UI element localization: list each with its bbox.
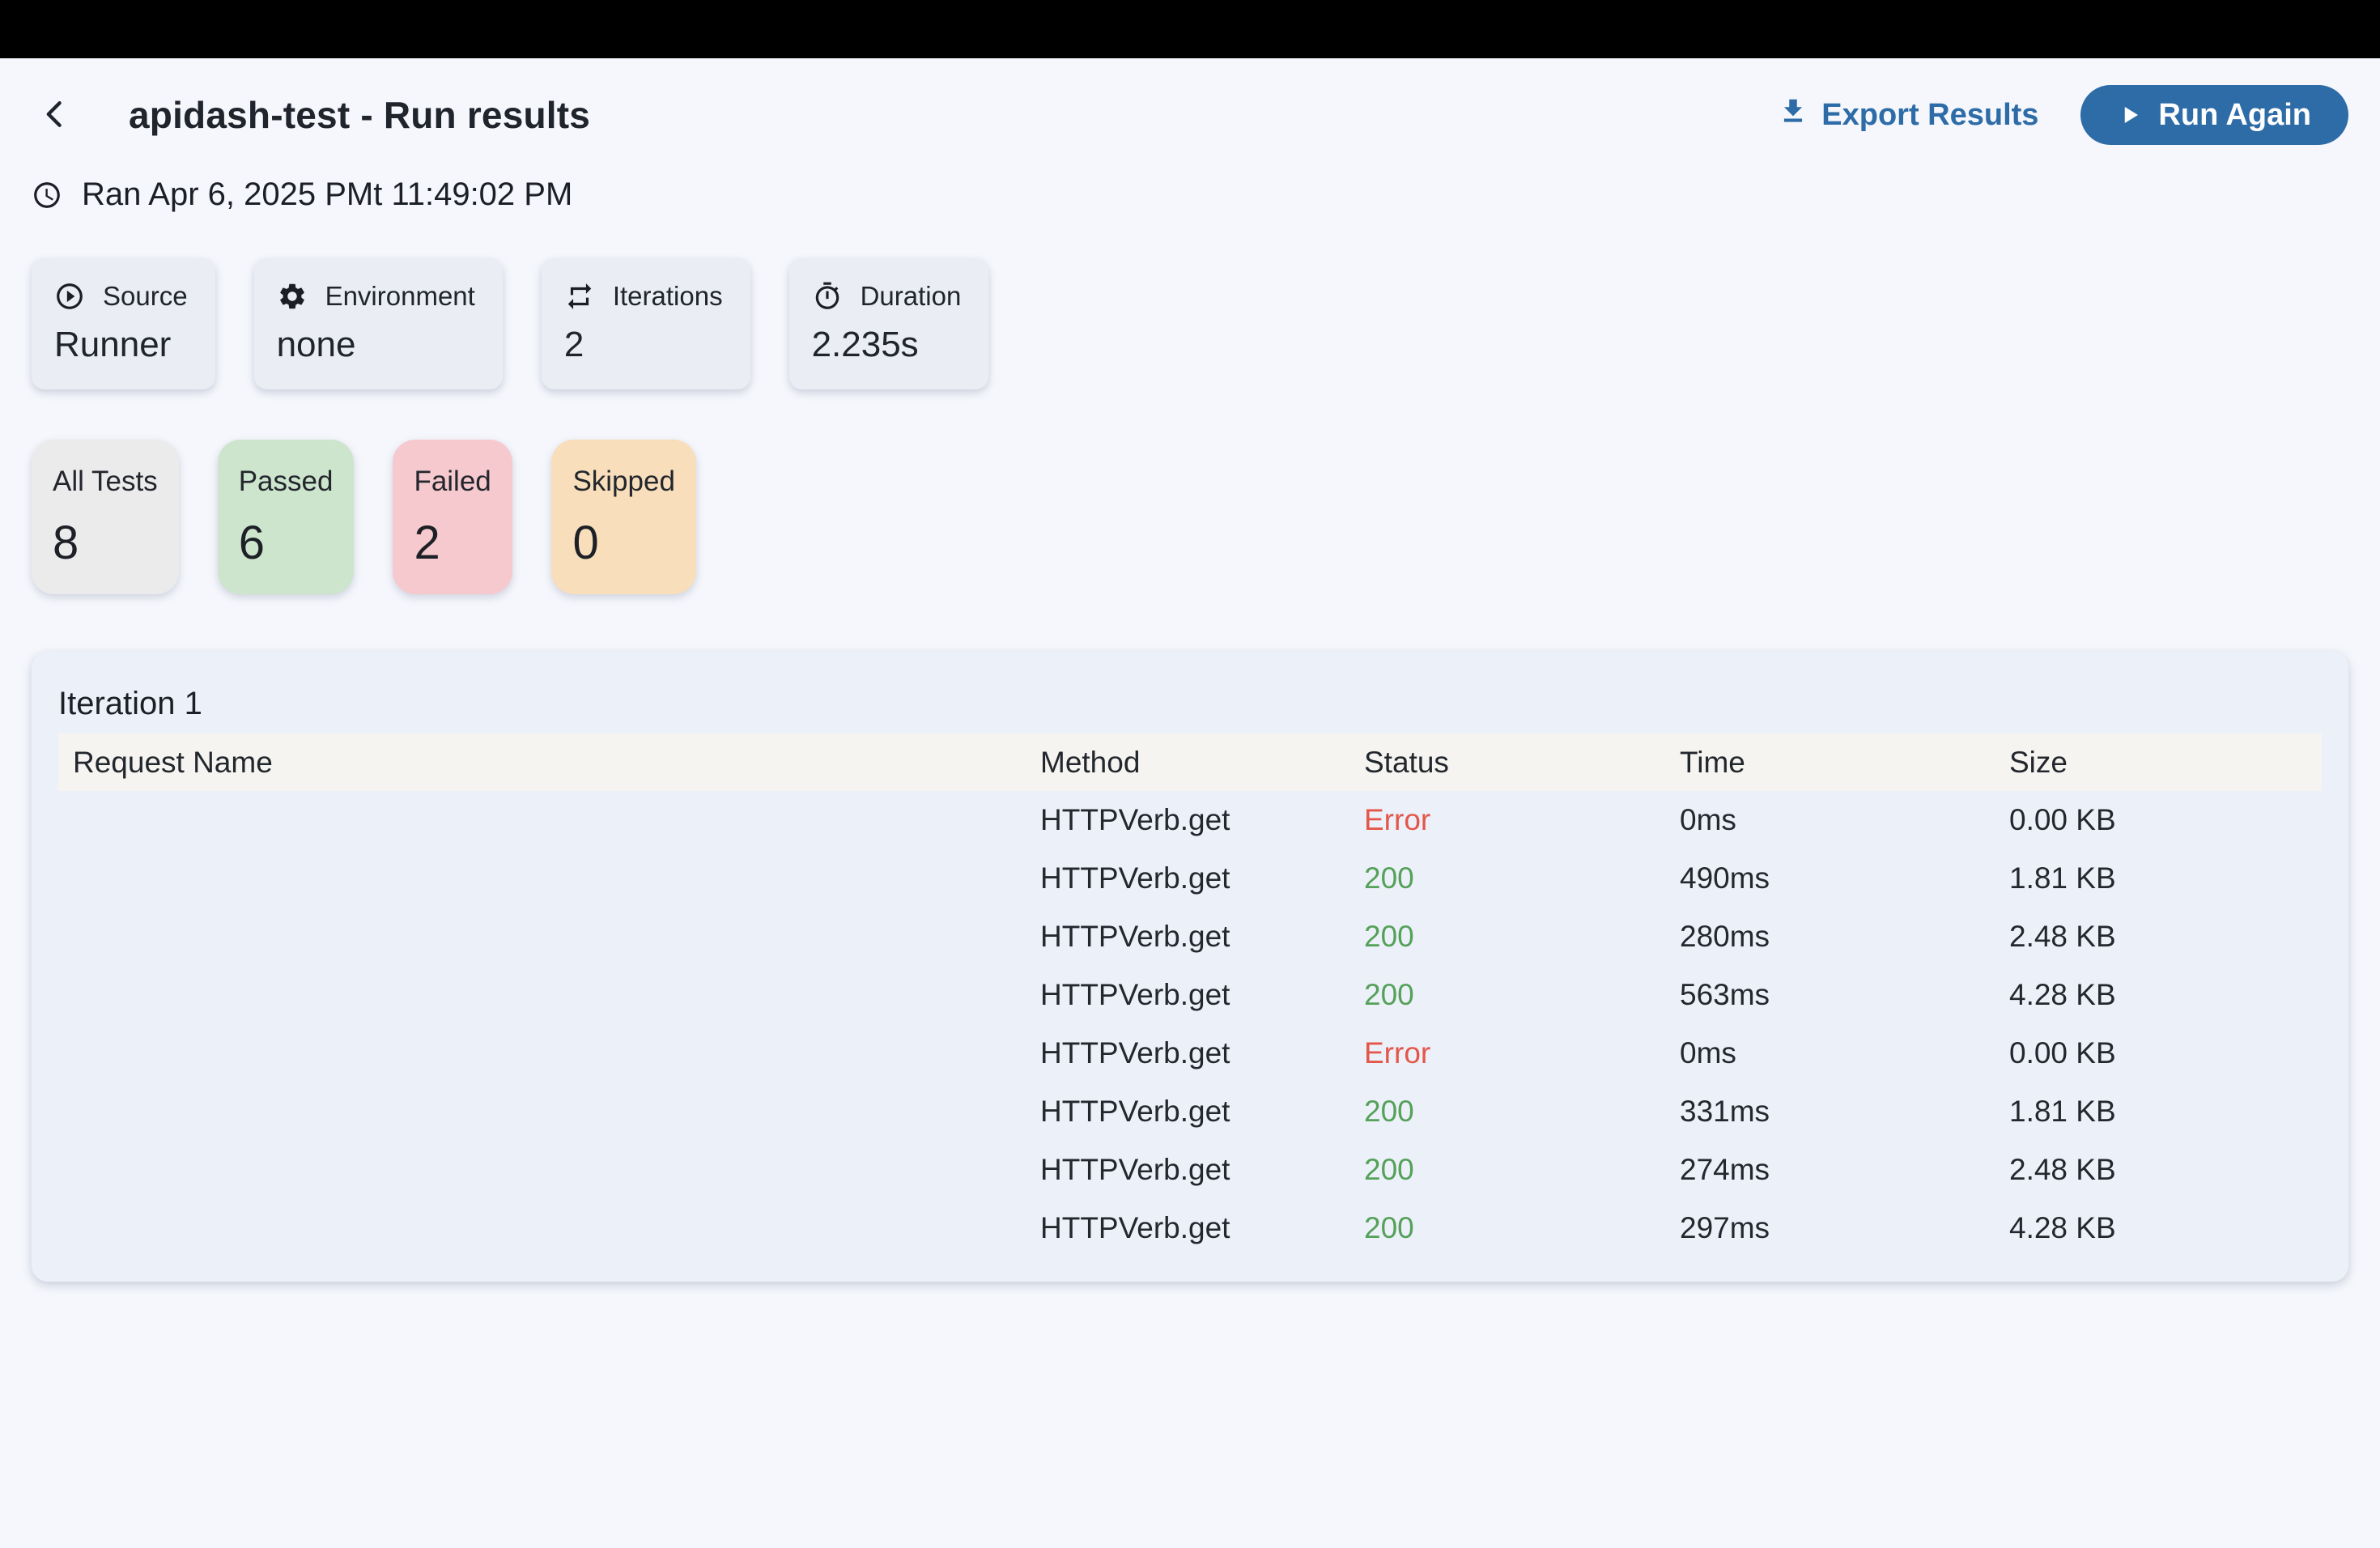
info-card-value: 2 xyxy=(564,325,723,365)
play-icon xyxy=(2118,103,2142,127)
table-row[interactable]: HTTPVerb.get 200 274ms 2.48 KB xyxy=(58,1141,2322,1199)
iteration-panel: Iteration 1 Request Name Method Status T… xyxy=(32,652,2348,1282)
cell-size: 2.48 KB xyxy=(2009,920,2322,954)
stat-card-label: Passed xyxy=(239,466,334,498)
cell-time: 280ms xyxy=(1680,920,2009,954)
download-icon xyxy=(1778,96,1808,134)
column-header-method: Method xyxy=(1040,746,1364,780)
stat-card: Passed 6 xyxy=(218,440,355,594)
cell-size: 4.28 KB xyxy=(2009,1211,2322,1245)
cell-size: 0.00 KB xyxy=(2009,803,2322,837)
cell-time: 274ms xyxy=(1680,1153,2009,1187)
column-header-request-name: Request Name xyxy=(58,746,1040,780)
stat-card-label: All Tests xyxy=(53,466,158,498)
cell-method: HTTPVerb.get xyxy=(1040,1095,1364,1129)
column-header-time: Time xyxy=(1680,746,2009,780)
run-timestamp-text: Ran Apr 6, 2025 PMt 11:49:02 PM xyxy=(82,176,572,213)
info-card-label: Source xyxy=(103,281,188,312)
repeat-icon xyxy=(564,281,595,312)
cell-time: 490ms xyxy=(1680,861,2009,895)
column-header-status: Status xyxy=(1364,746,1680,780)
stat-card-value: 0 xyxy=(572,516,674,570)
stat-card-value: 8 xyxy=(53,516,158,570)
cell-method: HTTPVerb.get xyxy=(1040,1153,1364,1187)
stat-card-value: 6 xyxy=(239,516,334,570)
system-top-bar xyxy=(0,0,2380,58)
stat-card: All Tests 8 xyxy=(32,440,179,594)
stat-card: Failed 2 xyxy=(393,440,512,594)
cell-time: 563ms xyxy=(1680,978,2009,1012)
stat-card: Skipped 0 xyxy=(551,440,695,594)
cell-status: 200 xyxy=(1364,1153,1680,1187)
info-card: Environment none xyxy=(254,258,503,389)
table-row[interactable]: HTTPVerb.get 200 331ms 1.81 KB xyxy=(58,1082,2322,1141)
cell-method: HTTPVerb.get xyxy=(1040,803,1364,837)
cell-size: 1.81 KB xyxy=(2009,861,2322,895)
cell-status: 200 xyxy=(1364,861,1680,895)
chevron-left-icon xyxy=(38,96,74,134)
run-timestamp: Ran Apr 6, 2025 PMt 11:49:02 PM xyxy=(32,176,2348,213)
info-card-label: Duration xyxy=(861,281,962,312)
table-row[interactable]: HTTPVerb.get 200 563ms 4.28 KB xyxy=(58,966,2322,1024)
column-header-size: Size xyxy=(2009,746,2322,780)
table-row[interactable]: HTTPVerb.get 200 280ms 2.48 KB xyxy=(58,908,2322,966)
back-button[interactable] xyxy=(33,92,79,138)
cell-size: 4.28 KB xyxy=(2009,978,2322,1012)
iteration-title: Iteration 1 xyxy=(58,686,2322,722)
cell-size: 1.81 KB xyxy=(2009,1095,2322,1129)
results-table-body: HTTPVerb.get Error 0ms 0.00 KB HTTPVerb.… xyxy=(58,791,2322,1257)
export-results-label: Export Results xyxy=(1821,98,2038,133)
cell-status: 200 xyxy=(1364,1211,1680,1245)
page-title: apidash-test - Run results xyxy=(129,93,590,137)
info-card: Duration 2.235s xyxy=(789,258,989,389)
cell-status: 200 xyxy=(1364,920,1680,954)
cell-time: 0ms xyxy=(1680,803,2009,837)
info-card: Iterations 2 xyxy=(542,258,750,389)
cell-method: HTTPVerb.get xyxy=(1040,1211,1364,1245)
run-results-page: apidash-test - Run results Export Result… xyxy=(0,58,2380,1282)
export-results-button[interactable]: Export Results xyxy=(1778,96,2038,134)
info-card: Source Runner xyxy=(32,258,215,389)
table-row[interactable]: HTTPVerb.get 200 490ms 1.81 KB xyxy=(58,849,2322,908)
run-again-label: Run Again xyxy=(2158,98,2311,133)
gear-icon xyxy=(277,281,308,312)
info-card-header: Iterations xyxy=(564,281,723,312)
run-info-cards: Source Runner Environment none Iteration… xyxy=(32,258,2348,389)
play-circle-icon xyxy=(54,281,85,312)
cell-method: HTTPVerb.get xyxy=(1040,1036,1364,1070)
info-card-header: Duration xyxy=(812,281,962,312)
cell-method: HTTPVerb.get xyxy=(1040,920,1364,954)
run-again-button[interactable]: Run Again xyxy=(2080,85,2348,145)
info-card-label: Iterations xyxy=(613,281,723,312)
cell-size: 2.48 KB xyxy=(2009,1153,2322,1187)
table-row[interactable]: HTTPVerb.get 200 297ms 4.28 KB xyxy=(58,1199,2322,1257)
info-card-label: Environment xyxy=(325,281,475,312)
cell-status: Error xyxy=(1364,803,1680,837)
results-table-header: Request Name Method Status Time Size xyxy=(58,734,2322,791)
info-card-value: Runner xyxy=(54,325,188,365)
table-row[interactable]: HTTPVerb.get Error 0ms 0.00 KB xyxy=(58,791,2322,849)
cell-method: HTTPVerb.get xyxy=(1040,978,1364,1012)
cell-status: 200 xyxy=(1364,978,1680,1012)
cell-method: HTTPVerb.get xyxy=(1040,861,1364,895)
cell-size: 0.00 KB xyxy=(2009,1036,2322,1070)
stat-card-label: Failed xyxy=(414,466,491,498)
cell-status: 200 xyxy=(1364,1095,1680,1129)
info-card-header: Environment xyxy=(277,281,475,312)
test-stat-cards: All Tests 8 Passed 6 Failed 2 Skipped 0 xyxy=(32,440,2348,594)
cell-time: 297ms xyxy=(1680,1211,2009,1245)
stat-card-label: Skipped xyxy=(572,466,674,498)
cell-time: 331ms xyxy=(1680,1095,2009,1129)
cell-time: 0ms xyxy=(1680,1036,2009,1070)
table-row[interactable]: HTTPVerb.get Error 0ms 0.00 KB xyxy=(58,1024,2322,1082)
info-card-value: none xyxy=(277,325,475,365)
info-card-header: Source xyxy=(54,281,188,312)
stat-card-value: 2 xyxy=(414,516,491,570)
info-card-value: 2.235s xyxy=(812,325,962,365)
cell-status: Error xyxy=(1364,1036,1680,1070)
page-header: apidash-test - Run results Export Result… xyxy=(32,58,2348,149)
timer-icon xyxy=(812,281,843,312)
clock-icon xyxy=(32,180,62,211)
